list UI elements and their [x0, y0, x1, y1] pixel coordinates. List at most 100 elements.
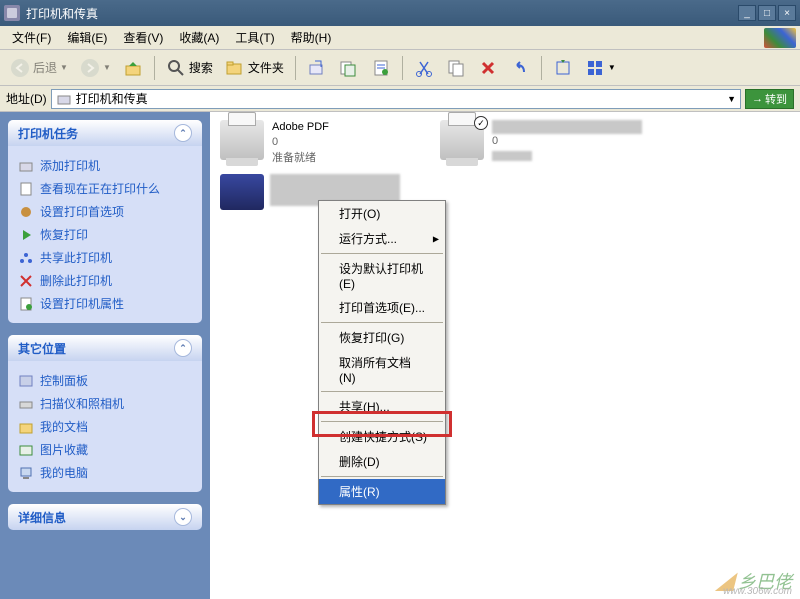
ctx-open[interactable]: 打开(O)	[319, 201, 445, 226]
properties-button[interactable]	[367, 54, 395, 82]
dropdown-icon[interactable]: ▼	[727, 94, 736, 104]
printer-default[interactable]: ✓ 0	[440, 120, 640, 161]
folders-label: 文件夹	[248, 59, 284, 76]
ctx-create-shortcut[interactable]: 创建快捷方式(S)	[319, 424, 445, 449]
menu-favorites[interactable]: 收藏(A)	[171, 27, 227, 48]
expand-icon: ⌄	[174, 508, 192, 526]
search-label: 搜索	[189, 59, 213, 76]
link-scanners[interactable]: 扫描仪和照相机	[18, 392, 192, 415]
other-places-panel: 其它位置 ⌃ 控制面板 扫描仪和照相机 我的文档 图片收藏 我的电脑	[8, 335, 202, 492]
link-pictures[interactable]: 图片收藏	[18, 438, 192, 461]
link-control-panel[interactable]: 控制面板	[18, 369, 192, 392]
folder-icon	[18, 419, 34, 435]
ctx-separator	[321, 391, 443, 392]
folders-button[interactable]: 文件夹	[221, 54, 288, 82]
search-button[interactable]: 搜索	[162, 54, 217, 82]
document-icon	[18, 181, 34, 197]
printer-status: 准备就绪	[272, 151, 329, 166]
cut-button[interactable]	[410, 54, 438, 82]
move-to-button[interactable]	[303, 54, 331, 82]
ctx-resume[interactable]: 恢复打印(G)	[319, 325, 445, 350]
up-button[interactable]	[119, 54, 147, 82]
share-icon	[18, 250, 34, 266]
undo-icon	[510, 58, 530, 78]
panel-title: 详细信息	[18, 509, 174, 526]
printer-selected[interactable]	[220, 174, 264, 210]
menu-edit[interactable]: 编辑(E)	[59, 27, 115, 48]
task-resume[interactable]: 恢复打印	[18, 223, 192, 246]
back-button: 后退 ▼	[6, 54, 72, 82]
views-icon	[585, 58, 605, 78]
printer-status-redacted	[492, 151, 532, 161]
refresh-button[interactable]	[549, 54, 577, 82]
properties-icon	[371, 58, 391, 78]
ctx-separator	[321, 421, 443, 422]
ctx-set-default[interactable]: 设为默认打印机(E)	[319, 256, 445, 295]
details-header[interactable]: 详细信息 ⌄	[8, 504, 202, 530]
printer-tasks-header[interactable]: 打印机任务 ⌃	[8, 120, 202, 146]
controlpanel-icon	[18, 373, 34, 389]
maximize-button[interactable]: □	[758, 5, 776, 21]
copy-button[interactable]	[442, 54, 470, 82]
printer-info: 0	[492, 120, 642, 161]
toolbar-separator	[541, 56, 542, 80]
window-title: 打印机和传真	[26, 5, 736, 22]
delete-button[interactable]	[474, 54, 502, 82]
menu-tools[interactable]: 工具(T)	[227, 27, 282, 48]
details-panel: 详细信息 ⌄	[8, 504, 202, 530]
task-label: 恢复打印	[40, 226, 88, 243]
toolbar-separator	[154, 56, 155, 80]
ctx-delete[interactable]: 删除(D)	[319, 449, 445, 474]
go-button[interactable]: → 转到	[745, 89, 794, 109]
printer-tasks-panel: 打印机任务 ⌃ 添加打印机 查看现在正在打印什么 设置打印首选项 恢复打印 共享…	[8, 120, 202, 323]
menu-file[interactable]: 文件(F)	[4, 27, 59, 48]
toolbar: 后退 ▼ ▼ 搜索 文件夹 ▼	[0, 50, 800, 86]
menu-view[interactable]: 查看(V)	[115, 27, 171, 48]
dropdown-icon: ▼	[60, 63, 68, 72]
delete-icon	[18, 273, 34, 289]
computer-icon	[18, 465, 34, 481]
submenu-arrow-icon: ▶	[433, 234, 439, 243]
scanner-icon	[18, 396, 34, 412]
task-delete[interactable]: 删除此打印机	[18, 269, 192, 292]
address-input[interactable]: 打印机和传真 ▼	[51, 89, 741, 109]
link-mycomputer[interactable]: 我的电脑	[18, 461, 192, 484]
link-label: 我的文档	[40, 418, 88, 435]
printer-icon: ✓	[440, 120, 484, 160]
menu-help[interactable]: 帮助(H)	[283, 27, 340, 48]
ctx-share[interactable]: 共享(H)...	[319, 394, 445, 419]
link-mydocs[interactable]: 我的文档	[18, 415, 192, 438]
task-share[interactable]: 共享此打印机	[18, 246, 192, 269]
other-places-header[interactable]: 其它位置 ⌃	[8, 335, 202, 361]
minimize-button[interactable]: _	[738, 5, 756, 21]
close-button[interactable]: ×	[778, 5, 796, 21]
default-check-icon: ✓	[474, 116, 488, 130]
undo-button[interactable]	[506, 54, 534, 82]
forward-arrow-icon	[80, 58, 100, 78]
context-menu: 打开(O) 运行方式...▶ 设为默认打印机(E) 打印首选项(E)... 恢复…	[318, 200, 446, 505]
watermark: ◢ 乡巴佬 www.306w.com	[716, 566, 792, 595]
copy-to-button[interactable]	[335, 54, 363, 82]
panel-body: 控制面板 扫描仪和照相机 我的文档 图片收藏 我的电脑	[8, 361, 202, 492]
task-properties[interactable]: 设置打印机属性	[18, 292, 192, 315]
views-button[interactable]: ▼	[581, 54, 620, 82]
task-label: 删除此打印机	[40, 272, 112, 289]
pictures-icon	[18, 442, 34, 458]
task-label: 查看现在正在打印什么	[40, 180, 160, 197]
task-add-printer[interactable]: 添加打印机	[18, 154, 192, 177]
ctx-preferences[interactable]: 打印首选项(E)...	[319, 295, 445, 320]
ctx-cancel-all[interactable]: 取消所有文档(N)	[319, 350, 445, 389]
ctx-runas[interactable]: 运行方式...▶	[319, 226, 445, 251]
printer-adobe-pdf[interactable]: Adobe PDF 0 准备就绪	[220, 120, 420, 166]
task-preferences[interactable]: 设置打印首选项	[18, 200, 192, 223]
back-arrow-icon	[10, 58, 30, 78]
back-label: 后退	[33, 59, 57, 76]
copy-icon	[446, 58, 466, 78]
task-view-printing[interactable]: 查看现在正在打印什么	[18, 177, 192, 200]
properties-icon	[18, 296, 34, 312]
link-label: 控制面板	[40, 372, 88, 389]
content-pane[interactable]: Adobe PDF 0 准备就绪 ✓ 0	[210, 112, 800, 599]
task-label: 设置打印机属性	[40, 295, 124, 312]
move-to-icon	[307, 58, 327, 78]
ctx-properties[interactable]: 属性(R)	[319, 479, 445, 504]
